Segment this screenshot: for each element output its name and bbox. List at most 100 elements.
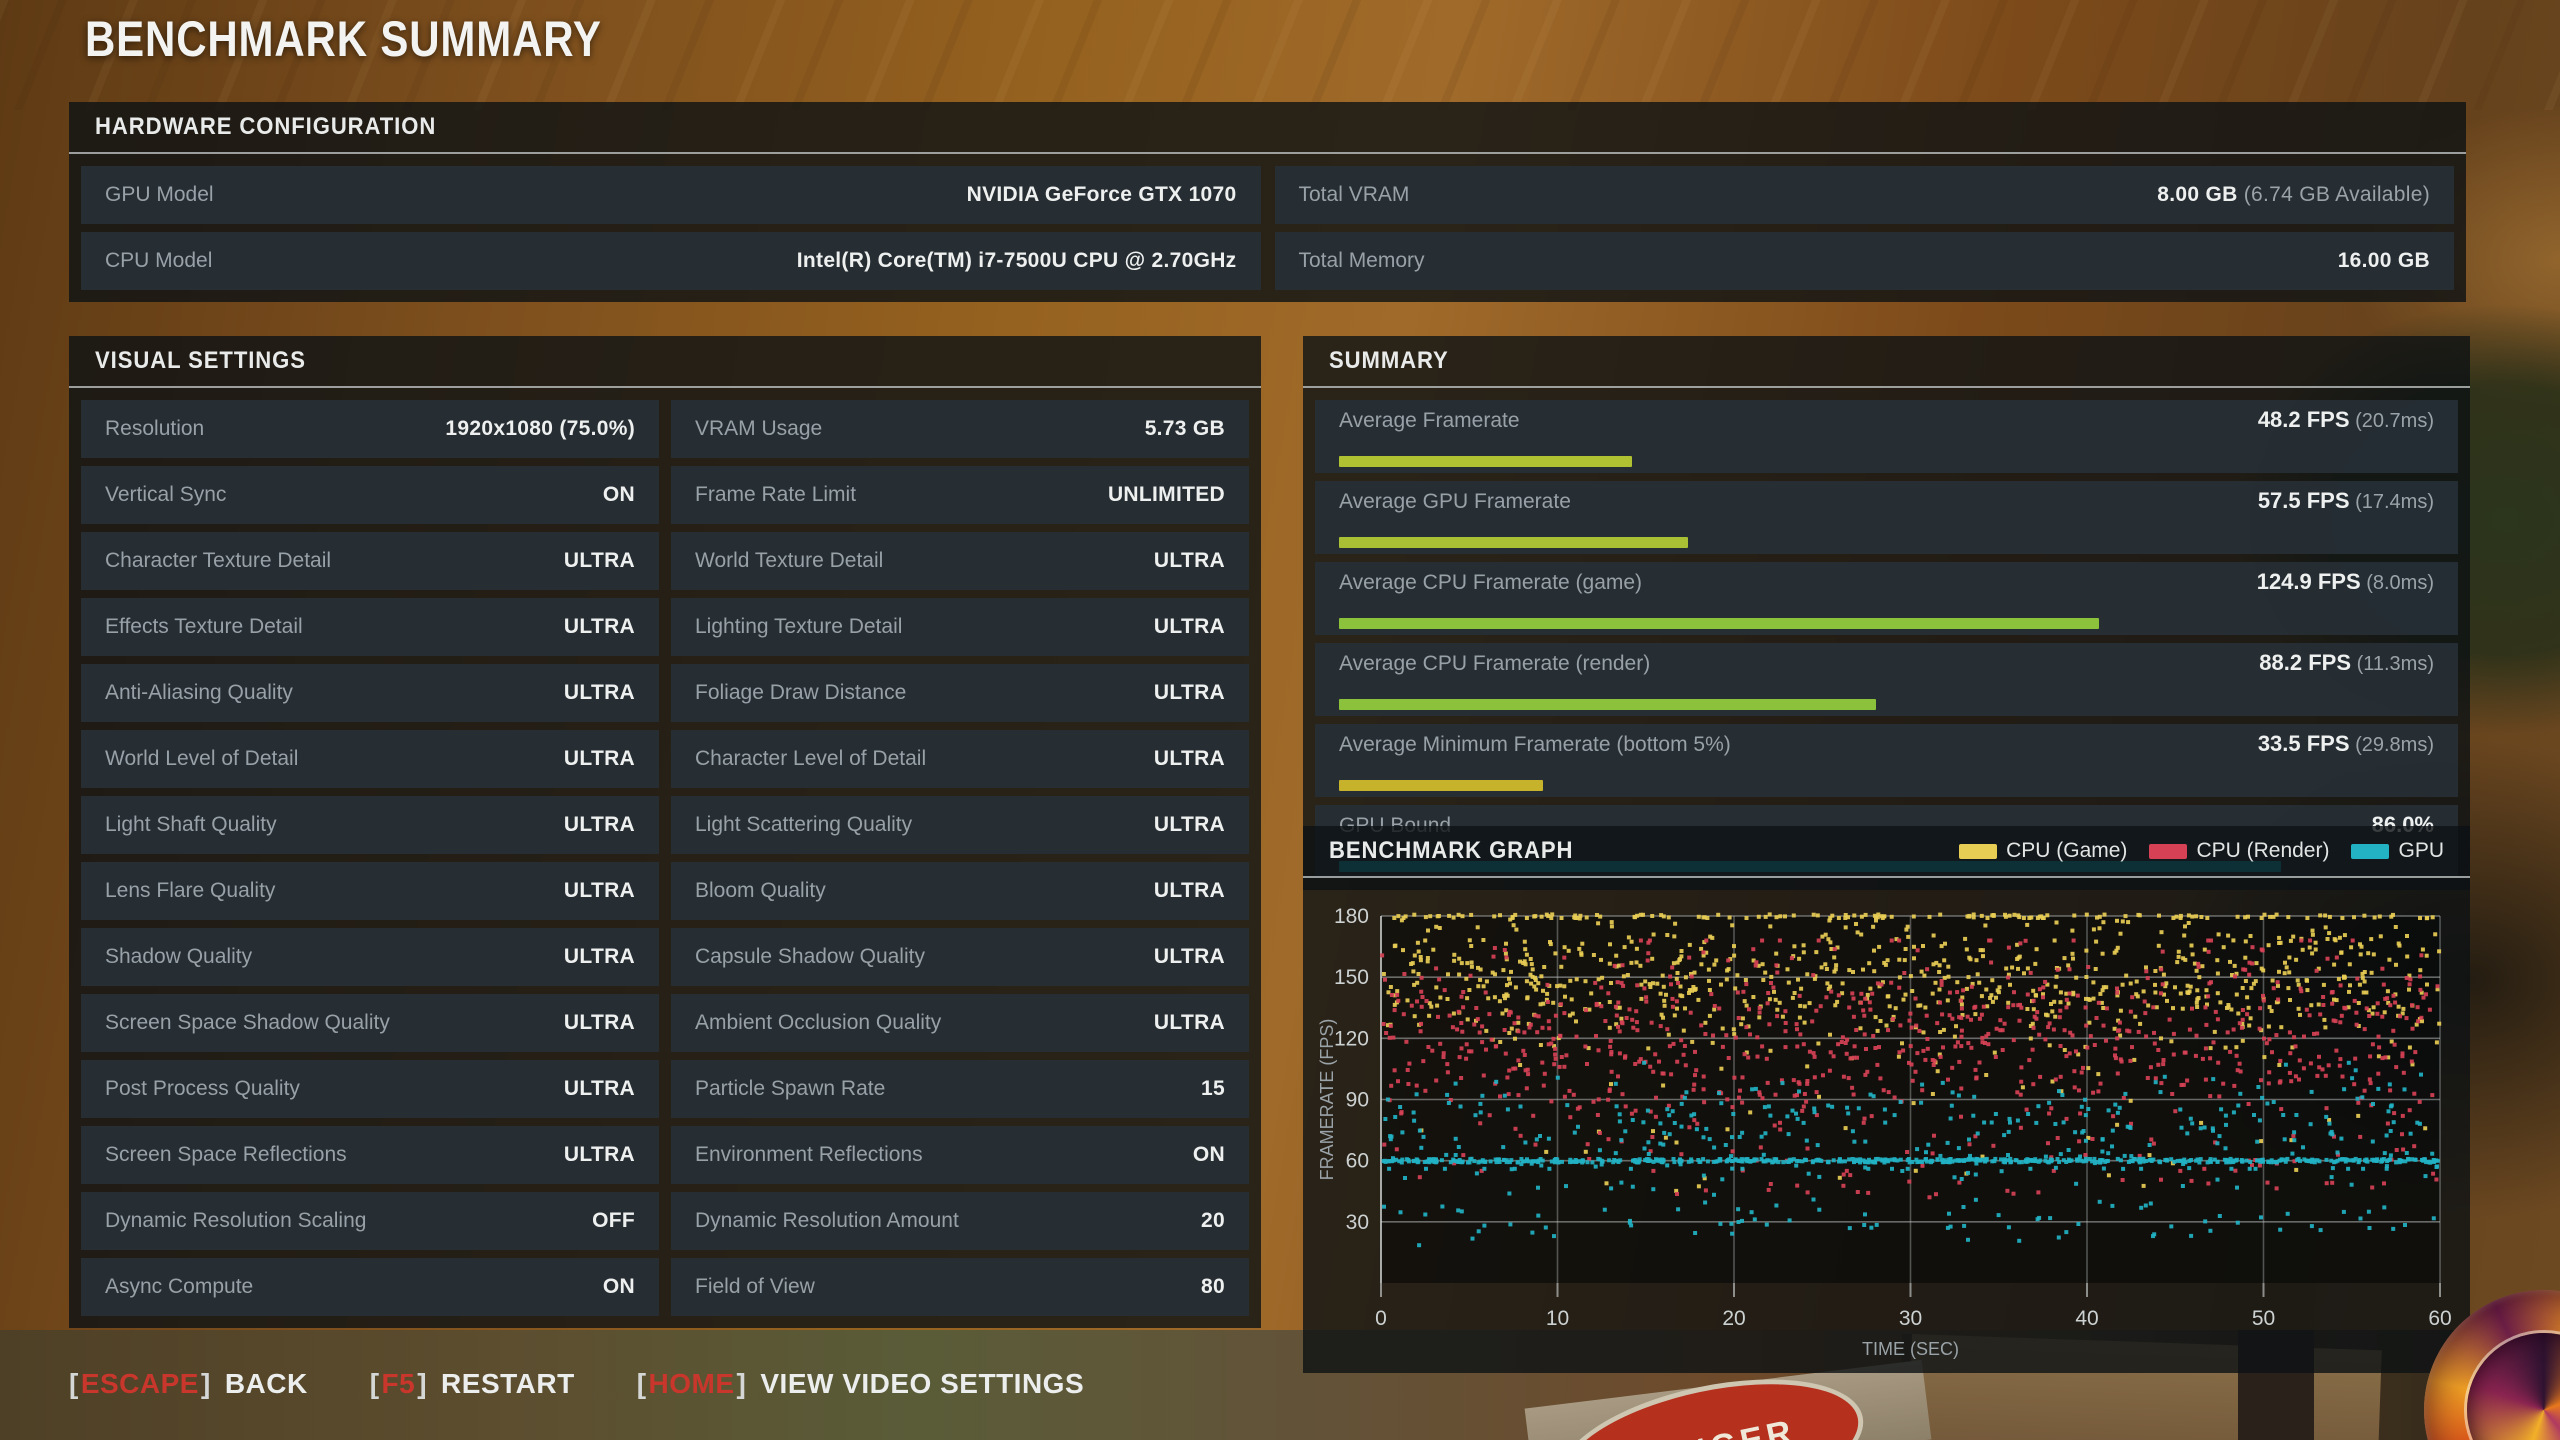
summary-panel: SUMMARY Average Framerate48.2 FPS (20.7m… bbox=[1303, 336, 2470, 890]
visual-setting-row: Particle Spawn Rate 15 bbox=[671, 1060, 1249, 1118]
visual-setting-row: Vertical Sync ON bbox=[81, 466, 659, 524]
visual-settings-panel: VISUAL SETTINGS Resolution1920x1080 (75.… bbox=[69, 336, 1261, 1328]
visual-setting-label: Character Texture Detail bbox=[105, 549, 331, 573]
legend-label: CPU (Render) bbox=[2196, 839, 2329, 863]
visual-setting-row: Environment ReflectionsON bbox=[671, 1126, 1249, 1184]
key-name: ESCAPE bbox=[81, 1368, 199, 1400]
visual-setting-label: Light Shaft Quality bbox=[105, 813, 277, 837]
visual-setting-value: ULTRA bbox=[1154, 1011, 1225, 1035]
legend-item: CPU (Render) bbox=[2149, 839, 2329, 863]
key-hint-escape[interactable]: [ESCAPE]BACK bbox=[69, 1368, 308, 1400]
summary-value-ms: (8.0ms) bbox=[2361, 572, 2434, 594]
summary-label: Average CPU Framerate (render) bbox=[1339, 652, 1650, 676]
visual-setting-row: Character Texture DetailULTRA bbox=[81, 532, 659, 590]
y-tick-label: 150 bbox=[1334, 966, 1369, 989]
x-tick-label: 0 bbox=[1375, 1307, 1387, 1330]
visual-setting-value: ULTRA bbox=[564, 681, 635, 705]
summary-row: Average CPU Framerate (render)88.2 FPS (… bbox=[1315, 643, 2458, 716]
visual-setting-row: Shadow QualityULTRA bbox=[81, 928, 659, 986]
visual-setting-value: ULTRA bbox=[1154, 549, 1225, 573]
visual-setting-row: Effects Texture Detail ULTRA bbox=[81, 598, 659, 656]
visual-setting-label: Frame Rate Limit bbox=[695, 483, 856, 507]
visual-setting-row: Bloom QualityULTRA bbox=[671, 862, 1249, 920]
legend-swatch bbox=[2351, 844, 2389, 859]
legend-swatch bbox=[2149, 844, 2187, 859]
key-hint-f5[interactable]: [F5]RESTART bbox=[370, 1368, 575, 1400]
summary-row: Average GPU Framerate57.5 FPS (17.4ms) bbox=[1315, 481, 2458, 554]
hardware-value: NVIDIA GeForce GTX 1070 bbox=[967, 183, 1237, 207]
visual-setting-value: 20 bbox=[1201, 1209, 1225, 1233]
bracket-open: [ bbox=[370, 1368, 380, 1400]
key-action-label: VIEW VIDEO SETTINGS bbox=[760, 1368, 1084, 1400]
visual-setting-value: ULTRA bbox=[564, 747, 635, 771]
summary-header: SUMMARY bbox=[1303, 336, 2470, 388]
visual-setting-value: ULTRA bbox=[1154, 813, 1225, 837]
y-axis-title: FRAMERATE (FPS) bbox=[1317, 1019, 1337, 1181]
page-title: BENCHMARK SUMMARY bbox=[85, 10, 602, 68]
summary-bar bbox=[1339, 537, 1688, 548]
benchmark-graph-panel: BENCHMARK GRAPH CPU (Game)CPU (Render)GP… bbox=[1303, 826, 2470, 1373]
visual-setting-row: Dynamic Resolution Scaling OFF bbox=[81, 1192, 659, 1250]
visual-setting-row: Frame Rate LimitUNLIMITED bbox=[671, 466, 1249, 524]
visual-setting-row: World Texture DetailULTRA bbox=[671, 532, 1249, 590]
x-tick-label: 10 bbox=[1546, 1307, 1569, 1330]
summary-bar bbox=[1339, 618, 2099, 629]
visual-setting-label: Bloom Quality bbox=[695, 879, 826, 903]
visual-setting-label: Foliage Draw Distance bbox=[695, 681, 906, 705]
key-name: HOME bbox=[649, 1368, 735, 1400]
x-tick-label: 50 bbox=[2252, 1307, 2275, 1330]
visual-setting-value: 80 bbox=[1201, 1275, 1225, 1299]
hardware-row: GPU Model NVIDIA GeForce GTX 1070 bbox=[81, 166, 1261, 224]
visual-setting-label: Particle Spawn Rate bbox=[695, 1077, 885, 1101]
key-hint-home[interactable]: [HOME]VIEW VIDEO SETTINGS bbox=[637, 1368, 1084, 1400]
visual-setting-label: Vertical Sync bbox=[105, 483, 226, 507]
summary-row: Average CPU Framerate (game)124.9 FPS (8… bbox=[1315, 562, 2458, 635]
visual-setting-row: Anti-Aliasing QualityULTRA bbox=[81, 664, 659, 722]
visual-setting-value: ULTRA bbox=[564, 813, 635, 837]
summary-value-ms: (20.7ms) bbox=[2350, 410, 2434, 432]
benchmark-summary-screen: EQUIPMENT DANGER BENCHMARK SUMMARY HARDW… bbox=[0, 0, 2560, 1440]
key-name: F5 bbox=[382, 1368, 416, 1400]
visual-setting-row: Resolution1920x1080 (75.0%) bbox=[81, 400, 659, 458]
visual-setting-value: ULTRA bbox=[564, 615, 635, 639]
hardware-configuration-header: HARDWARE CONFIGURATION bbox=[69, 102, 2466, 154]
hardware-configuration-title: HARDWARE CONFIGURATION bbox=[95, 113, 436, 141]
key-action-label: BACK bbox=[225, 1368, 308, 1400]
visual-setting-label: Dynamic Resolution Scaling bbox=[105, 1209, 366, 1233]
y-tick-label: 30 bbox=[1346, 1211, 1369, 1234]
summary-bar bbox=[1339, 456, 1632, 467]
summary-row-top: Average Minimum Framerate (bottom 5%)33.… bbox=[1339, 731, 2434, 757]
x-tick-label: 40 bbox=[2075, 1307, 2098, 1330]
summary-row-top: Average CPU Framerate (game)124.9 FPS (8… bbox=[1339, 569, 2434, 595]
visual-setting-value: ULTRA bbox=[564, 879, 635, 903]
summary-bar bbox=[1339, 780, 1543, 791]
visual-setting-value: ULTRA bbox=[1154, 747, 1225, 771]
visual-setting-row: Light Scattering QualityULTRA bbox=[671, 796, 1249, 854]
visual-setting-value: OFF bbox=[592, 1209, 635, 1233]
visual-setting-row: Dynamic Resolution Amount20 bbox=[671, 1192, 1249, 1250]
visual-setting-row: Post Process QualityULTRA bbox=[81, 1060, 659, 1118]
hardware-label: GPU Model bbox=[105, 183, 214, 207]
visual-setting-value: 15 bbox=[1201, 1077, 1225, 1101]
summary-value-ms: (29.8ms) bbox=[2350, 734, 2434, 756]
key-action-label: RESTART bbox=[441, 1368, 575, 1400]
visual-setting-label: Effects Texture Detail bbox=[105, 615, 303, 639]
legend-label: GPU bbox=[2398, 839, 2444, 863]
visual-setting-value: ON bbox=[1193, 1143, 1225, 1167]
summary-value: 57.5 FPS (17.4ms) bbox=[2258, 488, 2434, 514]
visual-setting-value: ON bbox=[603, 483, 635, 507]
y-tick-label: 180 bbox=[1334, 905, 1369, 928]
summary-value: 124.9 FPS (8.0ms) bbox=[2257, 569, 2434, 595]
visual-setting-value: 1920x1080 (75.0%) bbox=[445, 417, 635, 441]
summary-label: Average Framerate bbox=[1339, 409, 1520, 433]
visual-setting-value: ON bbox=[603, 1275, 635, 1299]
legend-item: GPU bbox=[2351, 839, 2444, 863]
visual-setting-value: ULTRA bbox=[564, 945, 635, 969]
hardware-row: Total VRAM8.00 GB (6.74 GB Available) bbox=[1275, 166, 2455, 224]
hardware-configuration-rows: GPU Model NVIDIA GeForce GTX 1070 Total VR… bbox=[69, 154, 2466, 302]
visual-setting-row: Screen Space ReflectionsULTRA bbox=[81, 1126, 659, 1184]
summary-bar bbox=[1339, 699, 1876, 710]
summary-rows: Average Framerate48.2 FPS (20.7ms)Averag… bbox=[1303, 388, 2470, 890]
summary-value-ms: (17.4ms) bbox=[2350, 491, 2434, 513]
visual-settings-header: VISUAL SETTINGS bbox=[69, 336, 1261, 388]
